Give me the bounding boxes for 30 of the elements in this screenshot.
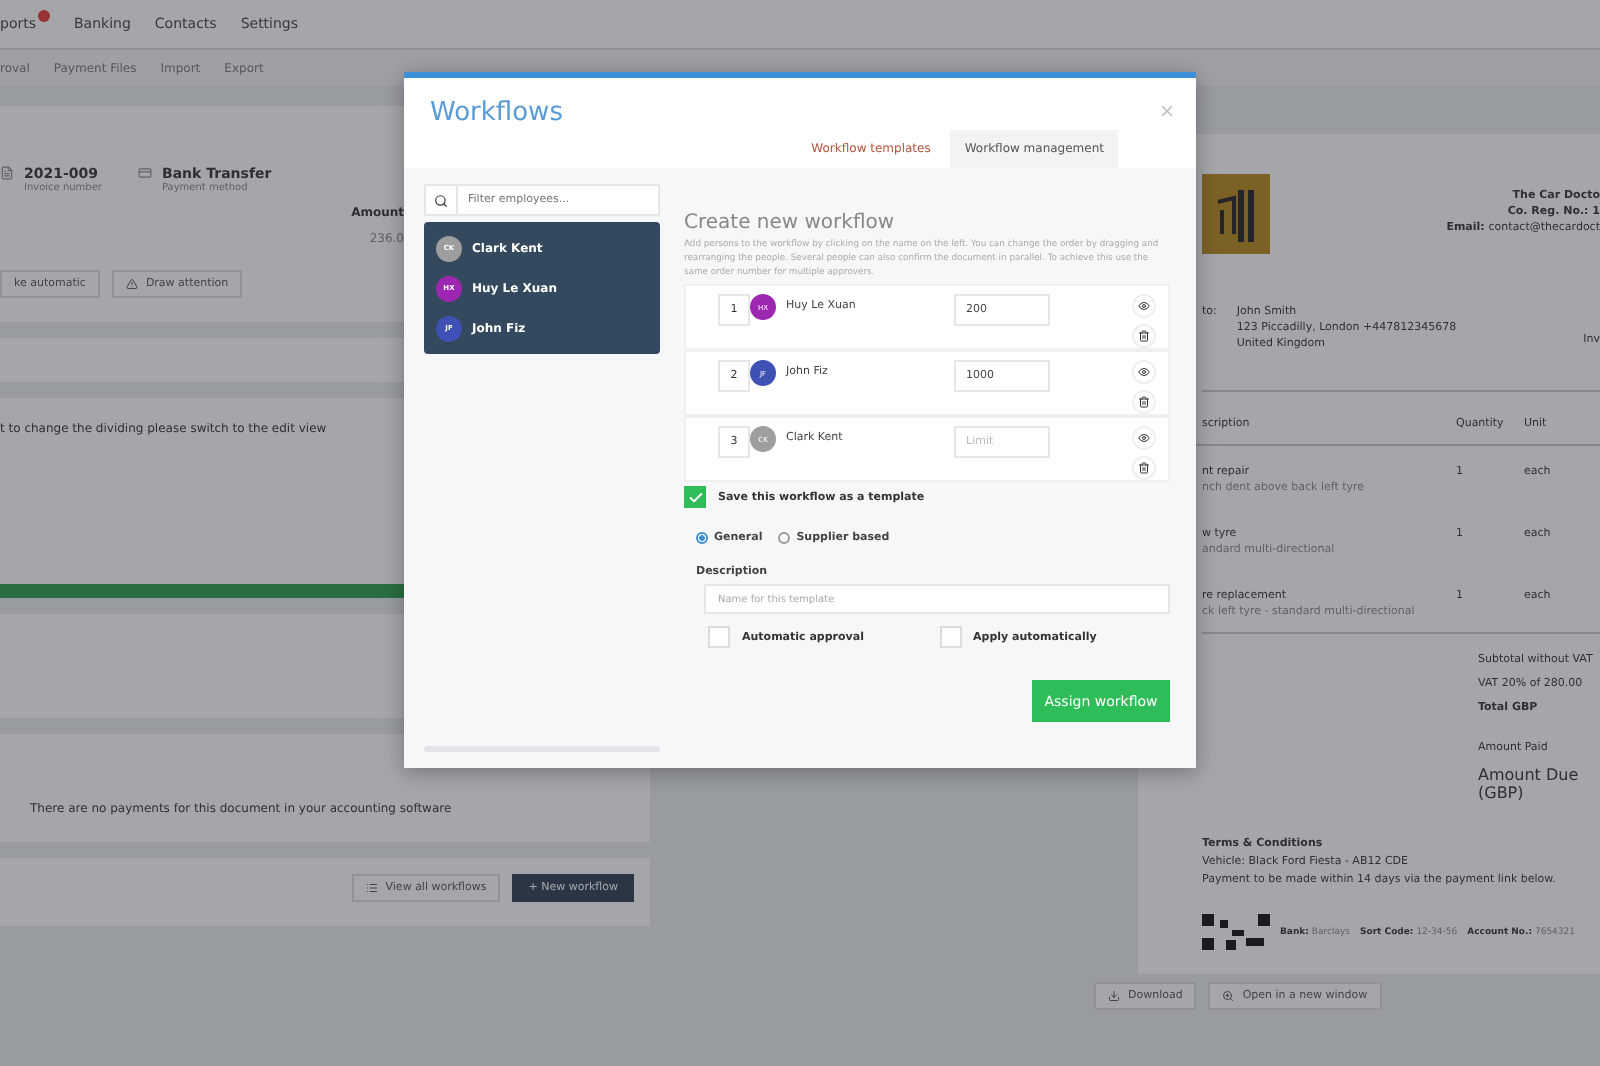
logo-drawing: [1202, 174, 1270, 254]
download-icon: [1108, 990, 1120, 1002]
delete-button[interactable]: [1132, 324, 1156, 349]
eye-icon: [1138, 366, 1150, 379]
trash-icon: [1138, 462, 1150, 475]
trash-icon: [1138, 330, 1150, 343]
view-button[interactable]: [1132, 360, 1156, 385]
eye-icon: [1138, 300, 1150, 313]
close-button[interactable]: [1158, 102, 1176, 120]
view-button[interactable]: [1132, 294, 1156, 319]
trash-icon: [1138, 396, 1150, 409]
delete-button[interactable]: [1132, 390, 1156, 415]
dialog-title: Workflows: [430, 98, 565, 128]
magnifier-icon: [1222, 990, 1235, 1002]
card-icon: [137, 166, 152, 180]
delete-button[interactable]: [1132, 456, 1156, 481]
view-button[interactable]: [1132, 426, 1156, 451]
notification-badge: [38, 10, 50, 22]
document-icon: [0, 166, 14, 180]
checkbox[interactable]: [684, 486, 706, 509]
radio-button[interactable]: [778, 532, 791, 545]
close-icon: [1158, 102, 1176, 120]
radio-button[interactable]: [696, 532, 708, 545]
list-icon: [365, 882, 378, 894]
warning-icon: [125, 278, 138, 290]
qr-code-icon: [1202, 914, 1270, 950]
search-icon: [434, 193, 448, 207]
eye-icon: [1138, 432, 1150, 445]
section-title: Create new workflow: [684, 212, 897, 234]
amount-due-label: Amount Due (GBP): [1478, 766, 1581, 802]
